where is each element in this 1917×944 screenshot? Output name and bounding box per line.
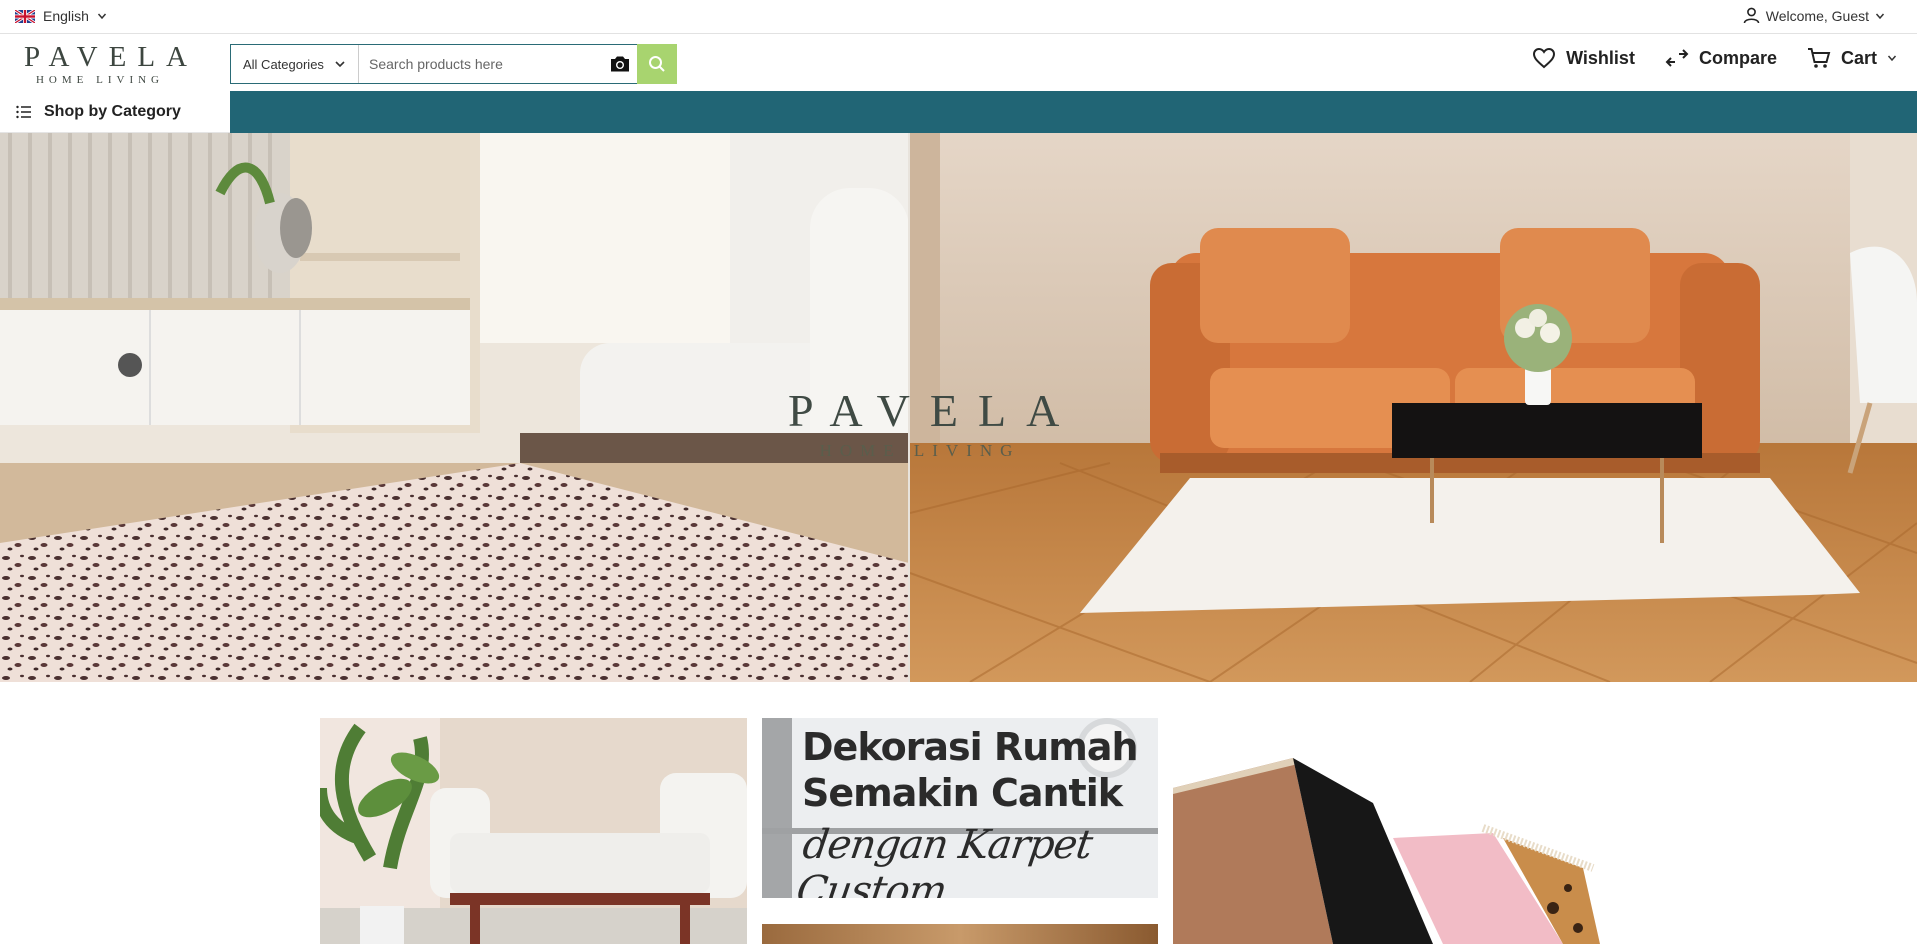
search-icon [649,56,665,72]
chevron-down-icon [1875,13,1885,19]
promo-section: Dekorasi Rumah Semakin Cantik dengan Kar… [0,718,1917,944]
category-select-value: All Categories [243,56,324,72]
top-bar: English Welcome, Guest [0,0,1917,34]
uk-flag-icon [15,9,35,23]
promo-headline-line2: Semakin Cantik [802,771,1123,815]
promo-custom-carpet-banner[interactable]: Dekorasi Rumah Semakin Cantik dengan Kar… [762,718,1158,898]
cart-label: Cart [1840,47,1877,68]
promo-fur-rug-banner[interactable] [1173,718,1600,944]
hero-banner[interactable]: PAVELA HOME LIVING [0,133,1917,682]
list-menu-icon [16,105,31,118]
white-bench-illustration [320,718,747,944]
hero-logo-tagline: HOME LIVING [819,441,1021,460]
main-navigation-bar: Shop by Category [0,91,1917,133]
chevron-down-icon [97,13,106,20]
compare-label: Compare [1698,47,1777,68]
wishlist-label: Wishlist [1566,47,1635,68]
wishlist-link[interactable]: Wishlist [1532,47,1635,69]
user-icon [1743,7,1760,24]
shop-by-category-label: Shop by Category [44,102,181,120]
fur-rugs-illustration [1173,718,1600,944]
search-input[interactable] [359,45,602,83]
site-logo[interactable]: PAVELA HOME LIVING [16,41,198,86]
hero-logo-wordmark: PAVELA [788,385,1080,436]
camera-icon [610,56,629,72]
language-selector[interactable]: English [15,8,107,24]
shop-by-category-button[interactable]: Shop by Category [0,91,230,133]
header-actions: Wishlist Compare Cart [1532,47,1897,69]
promo-headline-line1: Dekorasi Rumah [802,725,1139,769]
promo-lower-banner[interactable] [762,924,1158,944]
chevron-down-icon [1887,55,1897,62]
category-select[interactable]: All Categories [231,45,359,83]
promo-bench-banner[interactable] [320,718,747,944]
heart-icon [1533,47,1556,69]
cart-link[interactable]: Cart [1807,47,1897,69]
search-button[interactable] [637,44,677,84]
image-search-button[interactable] [602,45,637,83]
site-header: PAVELA HOME LIVING All Categories Wishli… [0,34,1917,91]
chevron-down-icon [335,61,345,68]
search-bar: All Categories [230,44,677,84]
cart-icon [1807,48,1831,68]
logo-wordmark: PAVELA [24,41,198,73]
welcome-label: Welcome, Guest [1765,7,1869,24]
logo-tagline: HOME LIVING [35,74,164,86]
compare-arrows-icon [1665,49,1689,67]
hero-logo: PAVELA HOME LIVING [770,387,1070,461]
language-label: English [43,8,89,24]
promo-script-text: dengan Karpet Custom [793,822,1095,898]
promo-headline: Dekorasi Rumah Semakin Cantik [802,724,1139,816]
account-menu[interactable]: Welcome, Guest [1743,7,1885,24]
compare-link[interactable]: Compare [1665,48,1777,69]
